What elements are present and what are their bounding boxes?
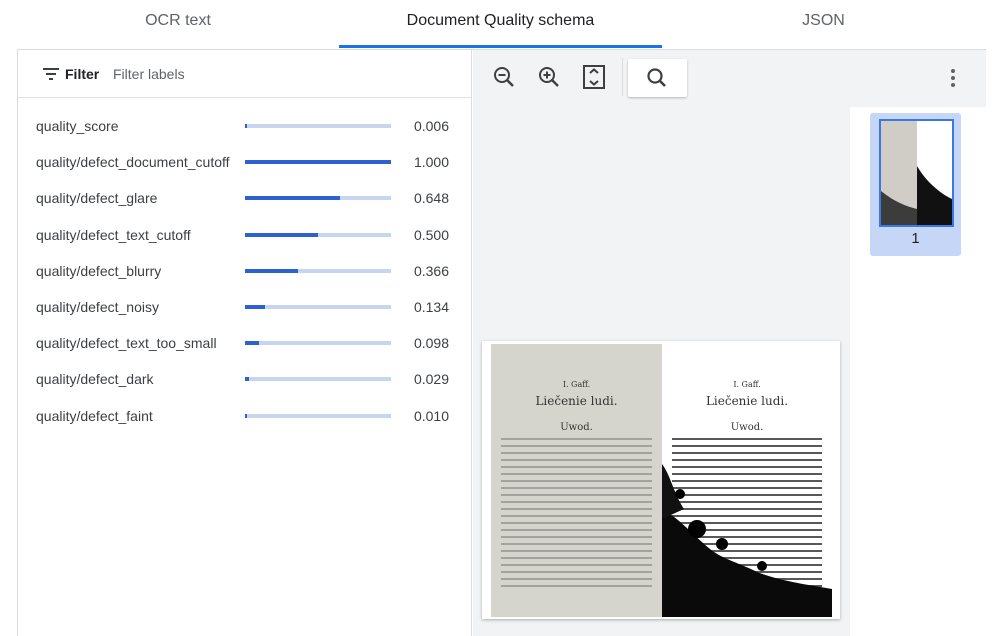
quality-row: quality/defect_document_cutoff 1.000: [18, 143, 471, 179]
quality-bar-fill: [245, 232, 318, 237]
document-page-left: I. Gaff. Liečenie ludi. Uwod.: [491, 344, 662, 617]
quality-value: 0.366: [413, 262, 449, 279]
page-dark-noise: [662, 464, 832, 617]
quality-bar-track: [245, 304, 391, 309]
quality-label: quality/defect_document_cutoff: [36, 154, 230, 171]
quality-bar-fill: [245, 160, 391, 165]
quality-row: quality/defect_text_cutoff 0.500: [18, 216, 471, 252]
search-icon: [647, 68, 666, 87]
quality-bar-track: [245, 232, 391, 237]
quality-label: quality/defect_text_cutoff: [36, 226, 191, 243]
tab-json[interactable]: JSON: [662, 0, 985, 48]
quality-value: 1.000: [413, 154, 449, 171]
quality-row: quality/defect_glare 0.648: [18, 179, 471, 215]
quality-label: quality/defect_noisy: [36, 298, 159, 315]
quality-bar-fill: [245, 268, 298, 273]
quality-bar-fill: [245, 196, 340, 201]
document-page: I. Gaff. Liečenie ludi. Uwod. I. Gaff. L…: [482, 341, 840, 619]
fit-page-icon[interactable]: [577, 60, 611, 94]
quality-label-list: quality_score 0.006 quality/defect_docum…: [18, 107, 471, 433]
document-viewer: I. Gaff. Liečenie ludi. Uwod. I. Gaff. L…: [473, 50, 986, 636]
quality-label: quality/defect_text_too_small: [36, 335, 217, 352]
content-panel: Filter quality_score 0.006 quality/defec…: [17, 49, 986, 636]
page-thumbnail-image: [879, 119, 954, 227]
quality-value: 0.500: [413, 226, 449, 243]
quality-value: 0.010: [413, 407, 449, 424]
quality-bar-fill: [245, 377, 249, 382]
quality-bar-fill: [245, 304, 265, 309]
quality-labels-panel: Filter quality_score 0.006 quality/defec…: [18, 50, 472, 636]
page-thumbnail[interactable]: 1: [870, 113, 961, 256]
toolbar-divider: [622, 58, 623, 96]
document-canvas[interactable]: I. Gaff. Liečenie ludi. Uwod. I. Gaff. L…: [473, 107, 850, 636]
quality-row: quality/defect_faint 0.010: [18, 397, 471, 433]
quality-label: quality_score: [36, 118, 119, 134]
quality-bar-track: [245, 268, 391, 273]
filter-label[interactable]: Filter: [65, 66, 99, 82]
quality-label: quality/defect_dark: [36, 371, 154, 388]
quality-value: 0.098: [413, 335, 449, 352]
active-tab-indicator: [339, 45, 662, 48]
quality-row: quality/defect_text_too_small 0.098: [18, 324, 471, 360]
quality-bar-track: [245, 341, 391, 346]
quality-bar-track: [245, 124, 391, 128]
page-left-heading: I. Gaff.: [562, 380, 591, 389]
quality-row: quality_score 0.006: [18, 107, 471, 143]
quality-value: 0.029: [413, 371, 449, 388]
page-left-subtitle: Uwod.: [560, 422, 593, 433]
zoom-in-icon[interactable]: [532, 60, 566, 94]
quality-value: 0.006: [413, 118, 449, 134]
search-button[interactable]: [628, 59, 687, 97]
page-thumbnail-number: 1: [911, 230, 920, 247]
page-left-title: Liečenie ludi.: [535, 394, 618, 408]
quality-row: quality/defect_blurry 0.366: [18, 252, 471, 288]
quality-bar-track: [245, 413, 391, 418]
thumbnail-strip: 1: [850, 107, 986, 636]
quality-label: quality/defect_faint: [36, 407, 153, 424]
quality-bar-fill: [245, 413, 247, 418]
zoom-out-icon[interactable]: [487, 60, 521, 94]
tab-ocr-text[interactable]: OCR text: [17, 0, 339, 48]
quality-bar-track: [245, 196, 391, 201]
quality-bar-track: [245, 160, 391, 165]
quality-bar-fill: [245, 124, 247, 128]
more-vert-icon[interactable]: [943, 68, 963, 90]
viewer-toolbar: [473, 50, 986, 107]
quality-label: quality/defect_blurry: [36, 262, 162, 279]
quality-value: 0.134: [413, 298, 449, 315]
quality-bar-fill: [245, 341, 259, 346]
filter-icon[interactable]: [43, 68, 59, 80]
filter-bar: Filter: [18, 50, 471, 98]
filter-labels-input[interactable]: [113, 63, 453, 85]
quality-row: quality/defect_noisy 0.134: [18, 288, 471, 324]
quality-row: quality/defect_dark 0.029: [18, 360, 471, 396]
tab-document-quality-schema[interactable]: Document Quality schema: [339, 0, 662, 48]
quality-value: 0.648: [413, 190, 449, 207]
quality-label: quality/defect_glare: [36, 190, 158, 207]
page-left-text: [501, 438, 652, 592]
quality-bar-track: [245, 377, 391, 382]
tab-bar: OCR text Document Quality schema JSON: [0, 0, 1000, 48]
document-page-right: I. Gaff. Liečenie ludi. Uwod.: [662, 344, 832, 617]
